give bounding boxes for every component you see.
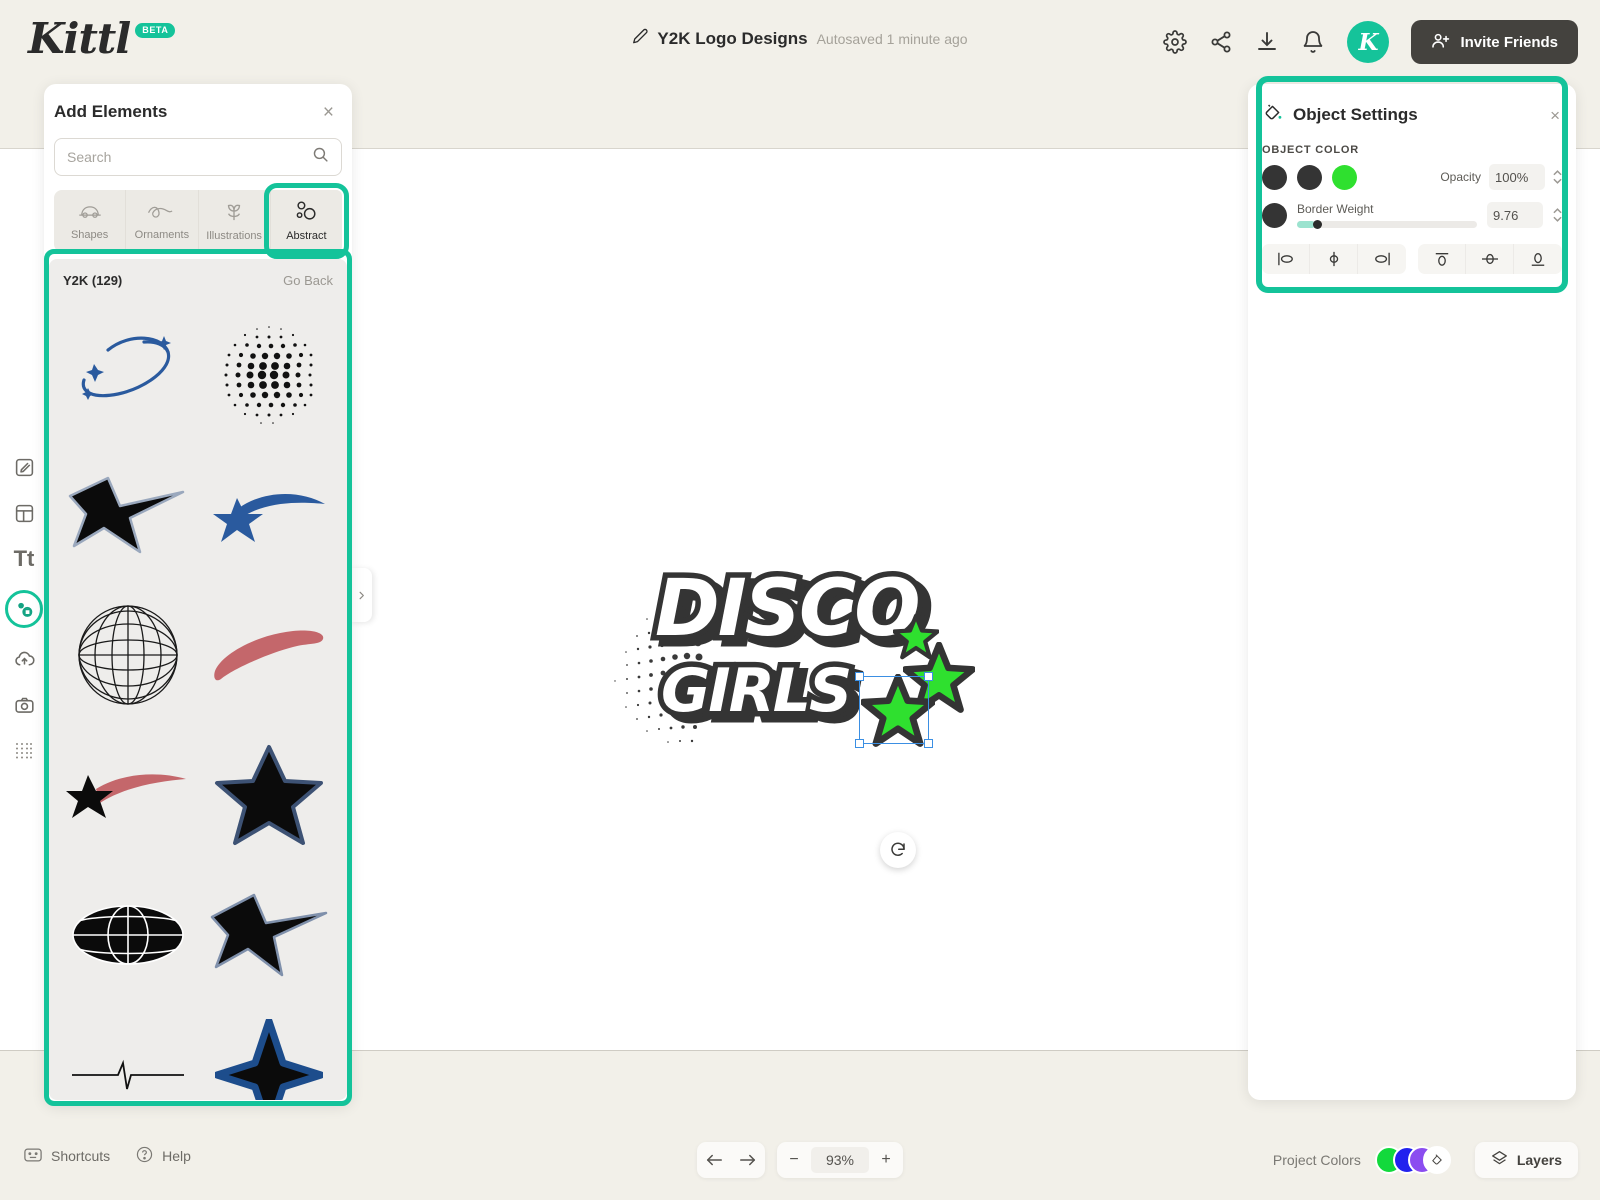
redo-button[interactable] — [731, 1142, 765, 1178]
zoom-in-button[interactable]: + — [869, 1142, 903, 1178]
resize-handle-bottom-left[interactable] — [855, 739, 864, 748]
element-star-red-trail[interactable] — [57, 725, 198, 865]
rotate-handle-button[interactable] — [880, 832, 916, 868]
element-four-point-star[interactable] — [198, 1005, 339, 1100]
tab-illustrations[interactable]: Illustrations — [199, 190, 271, 252]
project-colors-label: Project Colors — [1272, 1152, 1361, 1168]
edit-pencil-icon — [632, 28, 648, 49]
shortcuts-button[interactable]: Shortcuts — [24, 1148, 110, 1165]
layers-button[interactable]: Layers — [1474, 1142, 1578, 1178]
element-ellipse-globe[interactable] — [57, 865, 198, 1005]
app-logo[interactable]: Kittl BETA — [28, 14, 176, 63]
resize-handle-top-right[interactable] — [924, 672, 933, 681]
document-title[interactable]: Y2K Logo Designs — [657, 29, 807, 49]
selection-bounding-box[interactable] — [855, 672, 933, 748]
autosave-status: Autosaved 1 minute ago — [816, 30, 968, 47]
results-header: Y2K (129) Go Back — [49, 259, 347, 298]
layers-icon — [1491, 1150, 1508, 1170]
sidebar-item-elements[interactable] — [5, 590, 43, 628]
zoom-level-value[interactable]: 93% — [811, 1147, 869, 1173]
invite-friends-label: Invite Friends — [1460, 33, 1558, 51]
panel-title: Add Elements — [54, 102, 168, 121]
document-title-group[interactable]: Y2K Logo Designs Autosaved 1 minute ago — [632, 28, 968, 49]
sidebar-item-photos[interactable] — [9, 690, 39, 720]
category-tabs: Shapes Ornaments Illustrations Abstract — [54, 183, 350, 259]
sidebar-item-text[interactable]: Tt — [9, 544, 39, 574]
sidebar-item-text-label: Tt — [13, 546, 35, 571]
top-bar: Kittl BETA Y2K Logo Designs Autosaved 1 … — [0, 0, 1600, 84]
panel-collapse-button[interactable] — [350, 568, 372, 622]
element-outlined-black-star[interactable] — [198, 725, 339, 865]
tab-ornaments-label: Ornaments — [134, 229, 190, 241]
element-wireframe-globe[interactable] — [57, 585, 198, 725]
history-controls — [697, 1142, 765, 1178]
results-title: Y2K (129) — [63, 273, 123, 288]
logo-text: Kittl — [28, 14, 131, 63]
beta-badge: BETA — [135, 23, 176, 38]
search-input[interactable] — [67, 149, 304, 165]
left-toolbar: Tt — [0, 84, 48, 1120]
zoom-controls-group: − 93% + — [697, 1142, 903, 1178]
sidebar-item-design[interactable] — [9, 452, 39, 482]
bottom-bar: Shortcuts Help − 93% + Project Colors La… — [0, 1120, 1600, 1200]
help-label: Help — [162, 1148, 191, 1164]
edit-colors-icon[interactable] — [1422, 1146, 1451, 1174]
close-icon[interactable]: × — [323, 103, 334, 122]
sidebar-item-patterns[interactable] — [9, 736, 39, 766]
notifications-icon[interactable] — [1301, 30, 1325, 54]
illustrations-icon — [224, 200, 244, 225]
artboard[interactable]: DISCO DISCO GIRLS GIRLS — [595, 559, 995, 868]
element-star-with-swoosh[interactable] — [57, 445, 198, 585]
sidebar-item-uploads[interactable] — [9, 644, 39, 674]
elements-results: Y2K (129) Go Back — [49, 259, 347, 1100]
logo-line1: DISCO — [650, 559, 926, 660]
share-icon[interactable] — [1209, 30, 1233, 54]
abstract-icon — [294, 200, 318, 225]
add-user-icon — [1431, 31, 1450, 54]
object-settings-highlight — [1256, 76, 1568, 293]
settings-icon[interactable] — [1163, 30, 1188, 54]
element-heartbeat-line[interactable] — [57, 1005, 198, 1100]
add-elements-panel: Add Elements × Shapes Ornaments — [44, 84, 352, 1106]
download-icon[interactable] — [1255, 30, 1279, 54]
panel-header: Add Elements × — [44, 84, 352, 122]
element-star-tail-outline[interactable] — [198, 865, 339, 1005]
element-red-orbit-swoosh[interactable] — [198, 585, 339, 725]
zoom-out-button[interactable]: − — [777, 1142, 811, 1178]
search-icon[interactable] — [312, 146, 329, 168]
sidebar-item-templates[interactable] — [9, 498, 39, 528]
logo-artwork[interactable]: DISCO DISCO GIRLS GIRLS — [650, 559, 934, 738]
invite-friends-button[interactable]: Invite Friends — [1411, 20, 1578, 64]
tab-abstract[interactable]: Abstract — [263, 183, 350, 259]
tab-shapes-label: Shapes — [70, 229, 109, 241]
halftone-circle-graphic — [224, 326, 312, 424]
elements-grid — [49, 259, 347, 1100]
resize-handle-top-left[interactable] — [855, 672, 864, 681]
help-button[interactable]: Help — [136, 1146, 191, 1166]
zoom-controls: − 93% + — [777, 1142, 903, 1178]
shapes-icon — [76, 201, 104, 224]
header-actions: K Invite Friends — [1163, 20, 1578, 64]
dots-grid-icon — [16, 743, 32, 759]
search-field[interactable] — [54, 138, 342, 176]
element-blue-shooting-star[interactable] — [198, 445, 339, 585]
tab-illustrations-label: Illustrations — [206, 230, 262, 242]
undo-button[interactable] — [697, 1142, 731, 1178]
shortcuts-label: Shortcuts — [51, 1148, 111, 1164]
help-circle-icon — [136, 1146, 153, 1166]
project-colors-swatches[interactable] — [1374, 1143, 1461, 1177]
ornaments-icon — [146, 201, 178, 224]
resize-handle-bottom-right[interactable] — [924, 739, 933, 748]
tab-ornaments[interactable]: Ornaments — [126, 190, 199, 252]
logo-line2: GIRLS — [655, 651, 857, 732]
element-halftone-circle[interactable] — [198, 305, 339, 445]
avatar[interactable]: K — [1347, 21, 1390, 63]
tab-shapes[interactable]: Shapes — [54, 190, 127, 252]
tab-abstract-label: Abstract — [286, 230, 327, 242]
layers-label: Layers — [1516, 1152, 1562, 1168]
keyboard-icon — [24, 1148, 42, 1165]
element-orbit-swoosh-stars[interactable] — [57, 305, 198, 445]
go-back-button[interactable]: Go Back — [283, 273, 333, 288]
